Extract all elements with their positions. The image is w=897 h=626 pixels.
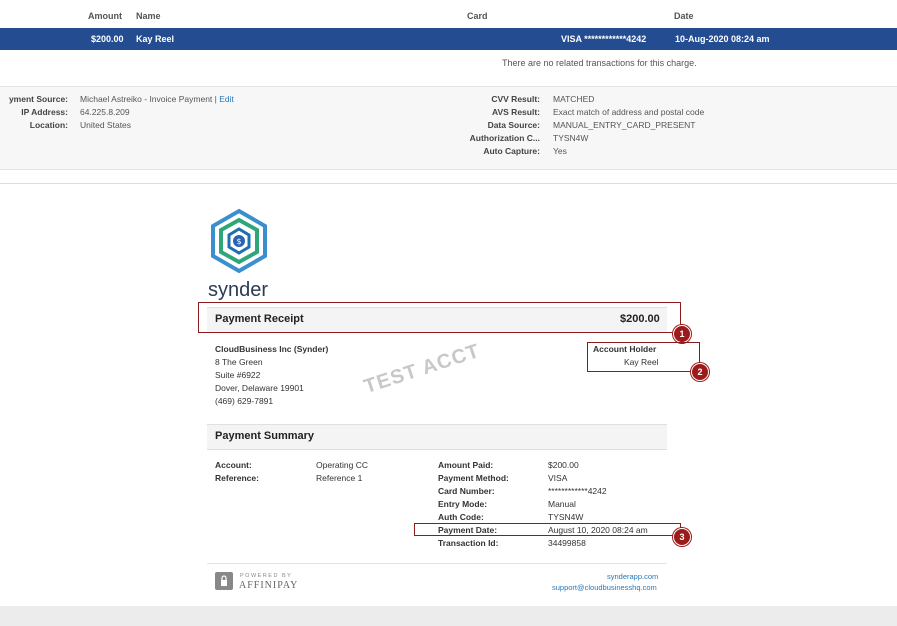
detail-label: AVS Result:	[491, 107, 540, 117]
summary-label: Payment Method:	[438, 473, 509, 483]
synder-logo-icon: $	[207, 207, 271, 277]
detail-value: MANUAL_ENTRY_CARD_PRESENT	[553, 120, 696, 130]
detail-value: Exact match of address and postal code	[553, 107, 705, 117]
summary-value: Reference 1	[316, 473, 363, 483]
affinipay-logo-icon	[215, 572, 233, 590]
annotation-box-1	[198, 302, 681, 333]
column-header-date[interactable]: Date	[674, 11, 694, 21]
summary-label: Account:	[215, 460, 252, 470]
row-name: Kay Reel	[136, 34, 175, 44]
company-address-line: Suite #6922	[215, 370, 261, 380]
summary-label: Auth Code:	[438, 512, 484, 522]
table-row[interactable]: $200.00 Kay Reel VISA ************4242 1…	[0, 28, 897, 50]
summary-label: Card Number:	[438, 486, 495, 496]
summary-value: Manual	[548, 499, 576, 509]
summary-title: Payment Summary	[215, 430, 315, 442]
test-account-stamp: TEST ACCT	[361, 339, 483, 399]
summary-value: August 10, 2020 08:24 am	[548, 525, 648, 535]
summary-label: Transaction Id:	[438, 538, 499, 548]
annotation-marker-1: 1	[673, 325, 691, 343]
detail-label: yment Source:	[8, 94, 68, 104]
summary-value: Operating CC	[316, 460, 368, 470]
row-amount: $200.00	[91, 34, 124, 44]
edit-link[interactable]: Edit	[219, 94, 234, 104]
powered-by-label: POWERED BY	[240, 573, 293, 579]
no-related-message: There are no related transactions for th…	[502, 58, 697, 68]
company-phone: (469) 629-7891	[215, 396, 274, 406]
account-holder-label: Account Holder	[593, 344, 657, 354]
summary-label: Entry Mode:	[438, 499, 488, 509]
detail-label: Authorization C...	[469, 133, 540, 143]
divider	[0, 183, 897, 184]
row-date: 10-Aug-2020 08:24 am	[675, 34, 770, 44]
company-address-line: Dover, Delaware 19901	[215, 383, 304, 393]
column-header-card[interactable]: Card	[467, 11, 488, 21]
divider	[207, 563, 667, 564]
detail-label: Data Source:	[487, 120, 540, 130]
bottom-bar	[0, 606, 897, 626]
summary-label: Reference:	[215, 473, 259, 483]
detail-label: Auto Capture:	[483, 146, 540, 156]
detail-value: Yes	[553, 146, 567, 156]
detail-value: 64.225.8.209	[80, 107, 130, 117]
affinipay-label: AFFINIPAY	[239, 580, 299, 591]
summary-value: TYSN4W	[548, 512, 584, 522]
column-header-name[interactable]: Name	[136, 11, 161, 21]
account-holder-name: Kay Reel	[624, 357, 659, 367]
synder-website-link[interactable]: synderapp.com	[607, 572, 658, 581]
detail-label: Location:	[29, 120, 68, 130]
summary-value: ************4242	[548, 486, 607, 496]
summary-value: $200.00	[548, 460, 579, 470]
svg-text:$: $	[236, 237, 241, 246]
row-card: VISA ************4242	[561, 34, 647, 44]
support-email-link[interactable]: support@cloudbusinesshq.com	[552, 583, 657, 592]
annotation-marker-3: 3	[673, 528, 691, 546]
detail-value: TYSN4W	[553, 133, 589, 143]
summary-value: VISA	[548, 473, 568, 483]
company-name: CloudBusiness Inc (Synder)	[215, 344, 329, 354]
detail-value: United States	[80, 120, 132, 130]
column-header-amount[interactable]: Amount	[88, 11, 122, 21]
detail-label: IP Address:	[21, 107, 68, 117]
summary-label: Payment Date:	[438, 525, 498, 535]
charge-details-panel: yment Source: Michael Astreiko - Invoice…	[0, 86, 897, 170]
detail-value: MATCHED	[553, 94, 595, 104]
synder-logo-text: synder	[208, 279, 269, 301]
annotation-marker-2: 2	[691, 363, 709, 381]
company-address-line: 8 The Green	[215, 357, 263, 367]
summary-value: 34499858	[548, 538, 586, 548]
summary-label: Amount Paid:	[438, 460, 494, 470]
detail-label: CVV Result:	[491, 94, 540, 104]
detail-value: Michael Astreiko - Invoice Payment | Edi…	[80, 94, 234, 104]
